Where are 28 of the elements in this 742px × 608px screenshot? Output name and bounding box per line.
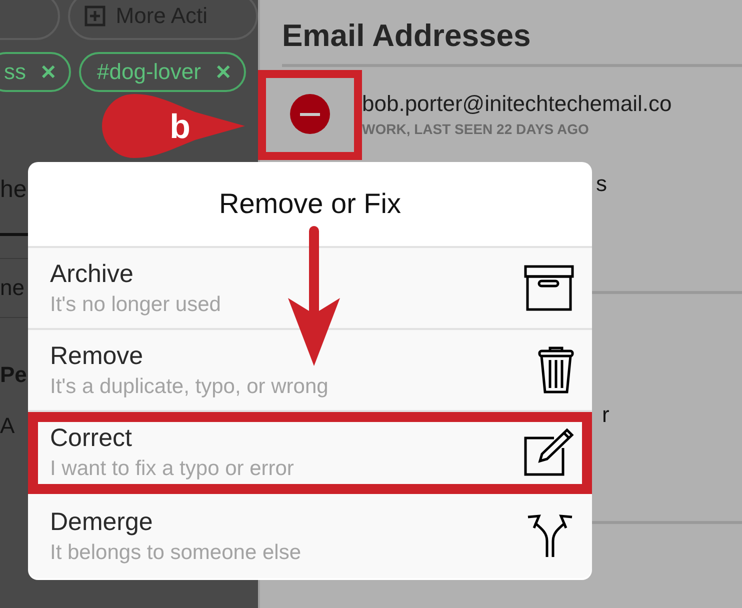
option-description: I want to fix a typo or error [50,456,294,480]
tag-label: ss [4,59,26,85]
option-label: Demerge [50,508,154,536]
option-label: Archive [50,260,134,288]
option-description: It's no longer used [50,292,221,316]
menu-option[interactable]: Demerge It belongs to someone else [28,494,592,578]
option-description: It's a duplicate, typo, or wrong [50,374,328,398]
callout-label: b [170,108,190,146]
menu-option[interactable]: Remove It's a duplicate, typo, or wrong [28,330,592,412]
label-text: r [602,402,610,429]
email-meta: WORK, LAST SEEN 22 DAYS AGO [362,121,590,137]
option-label: Correct [50,424,133,452]
trash-icon [538,346,574,394]
remove-tag-button[interactable]: ✕ [214,60,232,84]
edit-icon [524,428,574,476]
option-label: Remove [50,342,144,370]
email-address: bob.porter@initechtechemail.co [362,91,672,117]
menu-option[interactable]: Archive It's no longer used [28,248,592,330]
menu-option[interactable]: Correct I want to fix a typo or error [28,412,592,494]
plus-square-icon [84,5,106,27]
split-arrow-icon [526,513,574,559]
tag-label: #dog-lover [97,59,201,85]
remove-button[interactable] [290,94,330,134]
archive-box-icon [524,265,574,311]
option-description: It belongs to someone else [50,540,301,564]
label-text: s [596,171,607,198]
panel-title: Email Addresses [282,18,532,54]
remove-tag-button[interactable]: ✕ [40,60,57,84]
